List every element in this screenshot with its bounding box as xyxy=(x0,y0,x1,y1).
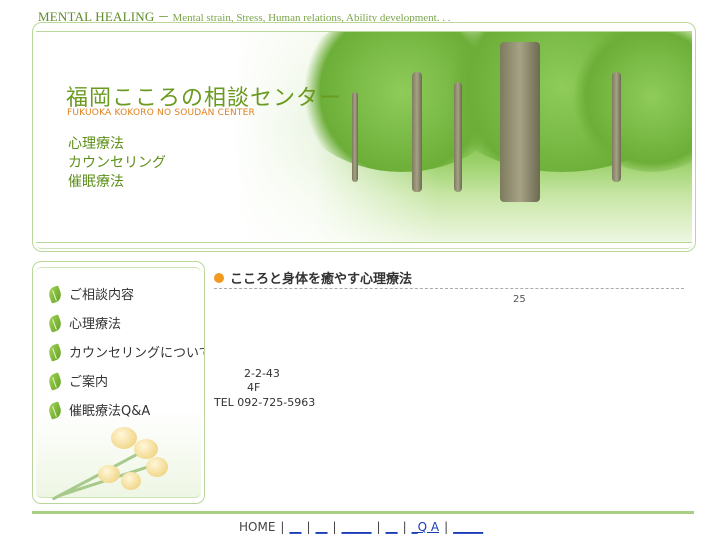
services-list: 心理療法 カウンセリング 催眠療法 xyxy=(68,135,166,192)
footer-separator: | xyxy=(402,520,407,534)
footer-separator: | xyxy=(306,520,311,534)
footer-link-qa[interactable]: _Q A xyxy=(412,520,439,534)
sidebar-inner: ご相談内容 心理療法 カウンセリングについて ご案内 催眠療法Q&A xyxy=(36,267,204,501)
bullet-dot-icon xyxy=(214,272,224,283)
sidebar-item-guide[interactable]: ご案内 xyxy=(48,371,108,390)
forest-image xyxy=(232,32,692,242)
divider xyxy=(214,288,684,289)
main-number: 25 xyxy=(513,294,526,305)
footer-link[interactable]: __ xyxy=(386,520,398,534)
main-heading-text: こころと身体を癒やす心理療法 xyxy=(230,272,413,287)
flower-image xyxy=(36,417,176,501)
leaf-icon xyxy=(48,401,62,419)
footer-link[interactable]: __ xyxy=(289,520,301,534)
service-item: 心理療法 xyxy=(68,136,124,152)
sidebar-item-counseling[interactable]: カウンセリングについて xyxy=(48,342,205,361)
address-floor: 4F xyxy=(247,381,261,394)
footer-link[interactable]: __ xyxy=(316,520,328,534)
footer-nav: HOME | __ | __ | _____ | __ | _Q A | ___… xyxy=(239,520,483,534)
footer-link[interactable]: _____ xyxy=(342,520,372,534)
footer-home[interactable]: HOME xyxy=(239,520,275,534)
address-line: 2-2-43 xyxy=(244,367,280,380)
footer-separator: | xyxy=(444,520,449,534)
leaf-icon xyxy=(48,343,62,361)
leaf-icon xyxy=(48,314,62,332)
footer-divider xyxy=(32,511,694,514)
footer-link[interactable]: _____ xyxy=(453,520,483,534)
footer-separator: | xyxy=(280,520,285,534)
telephone: TEL 092-725-5963 xyxy=(214,396,316,409)
service-item: 催眠療法 xyxy=(68,174,124,190)
footer-separator: | xyxy=(376,520,381,534)
sidebar-item-psychotherapy[interactable]: 心理療法 xyxy=(48,313,121,332)
sidebar-item-label: 心理療法 xyxy=(69,317,122,332)
sidebar-item-label: カウンセリングについて xyxy=(69,346,205,361)
leaf-icon xyxy=(48,285,62,303)
sidebar-item-label: ご相談内容 xyxy=(69,288,135,303)
main-heading: こころと身体を癒やす心理療法 xyxy=(214,268,412,287)
site-title-english: FUKUOKA KOKORO NO SOUDAN CENTER xyxy=(67,108,255,118)
sidebar-item-label: ご案内 xyxy=(69,375,109,390)
leaf-icon xyxy=(48,372,62,390)
service-item: カウンセリング xyxy=(68,155,166,171)
sidebar-item-consultation[interactable]: ご相談内容 xyxy=(48,284,134,303)
footer-separator: | xyxy=(332,520,337,534)
sidebar: ご相談内容 心理療法 カウンセリングについて ご案内 催眠療法Q&A xyxy=(32,261,205,504)
